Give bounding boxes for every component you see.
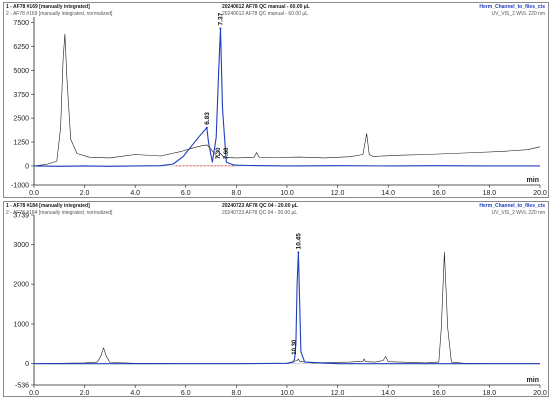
peak-label: 10.45 <box>295 233 302 250</box>
y-tick-label: 3739 <box>13 213 29 220</box>
y-tick-label: 5000 <box>13 68 29 75</box>
chromatogram-plot-bottom: 3739 3000 2000 1000 0 -5360.0 2.0 4.0 6.0 8.0 10.0… <box>13 213 547 398</box>
x-tick-label: 6.0 <box>181 190 191 197</box>
peak-label: 6.83 <box>204 112 211 125</box>
x-tick-label: 12.0 <box>331 390 345 397</box>
y-tick-label: 3000 <box>13 242 29 249</box>
series-trace-2 <box>33 27 540 167</box>
chromatogram-panel-top: 1 - AF78 #169 [manually integrated] 2 - … <box>3 2 549 198</box>
x-tick-label: 10.0 <box>280 390 294 397</box>
x-tick-label: 12.0 <box>331 190 345 197</box>
x-unit-label: min <box>527 377 539 384</box>
x-unit-label: min <box>527 177 539 184</box>
x-tick-label: 16.0 <box>432 390 446 397</box>
y-tick-label: -1000 <box>11 183 29 190</box>
series-trace-2 <box>34 251 540 365</box>
y-tick-label: 2500 <box>13 116 29 123</box>
x-tick-label: 8.0 <box>232 190 242 197</box>
series-trace-1 <box>33 251 540 364</box>
x-tick-label: 4.0 <box>130 190 140 197</box>
x-tick-label: 6.0 <box>181 390 191 397</box>
y-tick-label: -536 <box>15 383 29 390</box>
series-trace-1 <box>33 33 541 167</box>
peak-marker <box>297 251 300 254</box>
chromatogram-plot-top: 7500 6250 5000 3750 2500 1250 0 -10000.0 2.0 4.0 6… <box>11 12 547 197</box>
y-tick-label: 0 <box>25 163 29 170</box>
x-tick-label: 18.0 <box>483 390 497 397</box>
y-tick-label: 1000 <box>13 321 29 328</box>
x-tick-label: 10.0 <box>280 190 294 197</box>
peak-label: 10.30 <box>292 339 298 355</box>
peak-label: 7.37 <box>217 12 224 25</box>
x-tick-label: 20.0 <box>533 390 547 397</box>
x-tick-label: 20.0 <box>533 190 547 197</box>
x-tick-label: 14.0 <box>381 190 395 197</box>
x-tick-label: 4.0 <box>130 390 140 397</box>
x-tick-label: 0.0 <box>29 190 39 197</box>
peak-label: 7.60 <box>224 147 230 159</box>
x-tick-label: 16.0 <box>432 190 446 197</box>
y-tick-label: 3750 <box>13 92 29 99</box>
x-tick-label: 8.0 <box>232 390 242 397</box>
peak-marker <box>219 27 222 30</box>
y-tick-label: 0 <box>25 361 29 368</box>
y-tick-label: 1250 <box>13 140 29 147</box>
y-tick-label: 7500 <box>13 20 29 27</box>
peak-marker <box>205 126 208 129</box>
x-tick-label: 2.0 <box>80 190 90 197</box>
peak-label: 7.30 <box>216 147 222 159</box>
x-tick-label: 0.0 <box>29 390 39 397</box>
x-tick-label: 14.0 <box>381 390 395 397</box>
chromatogram-panel-bottom: 1 - AF78 #184 [manually integrated] 2 - … <box>3 201 549 397</box>
x-tick-label: 18.0 <box>483 190 497 197</box>
y-tick-label: 2000 <box>13 282 29 289</box>
y-tick-label: 6250 <box>13 44 29 51</box>
x-tick-label: 2.0 <box>80 390 90 397</box>
